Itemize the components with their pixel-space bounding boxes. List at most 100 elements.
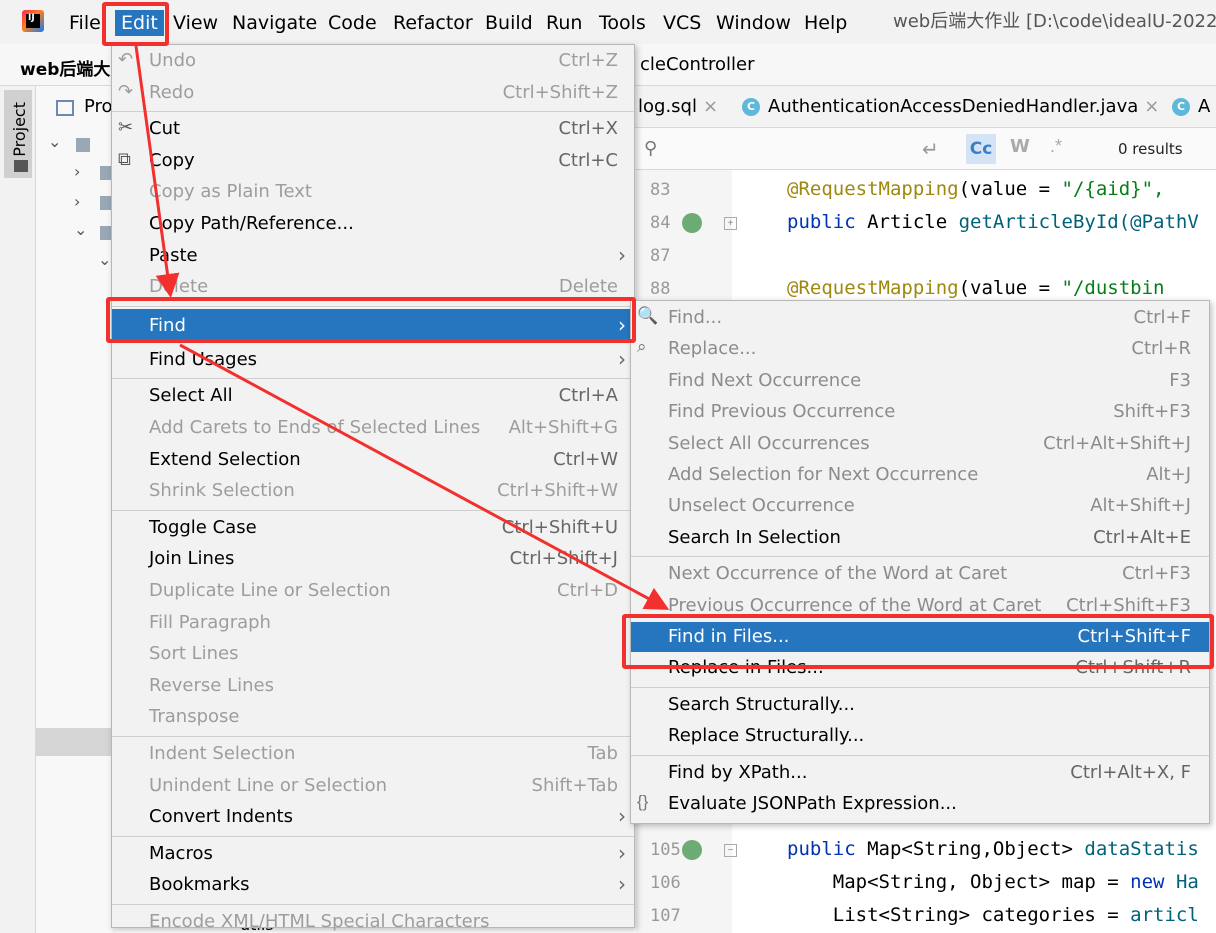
menu-refactor[interactable]: Refactor (393, 10, 473, 36)
whole-words-toggle[interactable]: W (1010, 136, 1030, 157)
chevron-right-icon[interactable]: › (74, 162, 80, 181)
find-menu-item-add-selection-for-next-occurrence[interactable]: Add Selection for Next Occurrence Alt+J (631, 460, 1209, 490)
find-menu-item-next-occurrence-of-the-word-at-caret[interactable]: Next Occurrence of the Word at Caret Ctrl… (631, 559, 1209, 589)
menu-navigate[interactable]: Navigate (232, 10, 317, 36)
project-tool-tab[interactable]: Project (4, 90, 32, 178)
spring-bean-icon[interactable] (682, 213, 702, 233)
find-menu-item-replace-in-files[interactable]: Replace in Files... Ctrl+Shift+R (631, 653, 1209, 683)
project-name[interactable]: web后端大 (20, 55, 110, 80)
chevron-right-icon[interactable]: › (74, 192, 80, 211)
find-menu-item-replace[interactable]: ⌕ Replace... Ctrl+R (631, 334, 1209, 364)
menu-item-shortcut: Ctrl+Shift+R (1075, 657, 1191, 679)
edit-menu-item-delete[interactable]: Delete Delete (112, 272, 634, 302)
menu-file[interactable]: File (69, 10, 101, 36)
edit-menu-item-unindent-line-or-selection[interactable]: Unindent Line or Selection Shift+Tab (112, 771, 634, 801)
edit-menu-item-bookmarks[interactable]: Bookmarks › (112, 870, 634, 900)
edit-menu-item-reverse-lines[interactable]: Reverse Lines (112, 671, 634, 701)
intellij-logo-icon: IJ (22, 10, 44, 32)
code-line[interactable]: public Map<String,Object> dataStatis (787, 838, 1199, 860)
code-line[interactable]: public Article getArticleById(@PathV (787, 211, 1199, 233)
menu-item-label: Delete (149, 276, 209, 298)
find-menu-item-evaluate-jsonpath-expression[interactable]: {} Evaluate JSONPath Expression... (631, 789, 1209, 819)
breadcrumb-class[interactable]: cleController (640, 54, 755, 75)
edit-menu-item-macros[interactable]: Macros › (112, 839, 634, 869)
edit-menu-item-duplicate-line-or-selection[interactable]: Duplicate Line or Selection Ctrl+D (112, 576, 634, 606)
edit-menu-item-find[interactable]: Find › (112, 308, 634, 343)
find-menu-item-find-by-xpath[interactable]: Find by XPath... Ctrl+Alt+X, F (631, 758, 1209, 788)
chevron-down-icon[interactable]: ⌄ (74, 220, 87, 239)
tab-truncated[interactable]: CA (1172, 96, 1210, 117)
menu-help[interactable]: Help (804, 10, 847, 36)
menu-run[interactable]: Run (546, 10, 582, 36)
find-menu-item-previous-occurrence-of-the-word-at-caret[interactable]: Previous Occurrence of the Word at Caret… (631, 591, 1209, 621)
find-menu-item-replace-structurally[interactable]: Replace Structurally... (631, 721, 1209, 751)
find-menu-item-select-all-occurrences[interactable]: Select All Occurrences Ctrl+Alt+Shift+J (631, 429, 1209, 459)
menu-item-label: Duplicate Line or Selection (149, 580, 391, 601)
find-menu-item-find-in-files[interactable]: Find in Files... Ctrl+Shift+F (631, 622, 1209, 652)
menu-window[interactable]: Window (716, 10, 791, 36)
menu-item-shortcut: Ctrl+W (553, 448, 618, 470)
code-line[interactable]: Map<String, Object> map = new Ha (787, 871, 1199, 893)
menu-vcs[interactable]: VCS (663, 10, 701, 36)
edit-menu-item-copy-path-reference[interactable]: Copy Path/Reference... (112, 209, 634, 239)
close-icon[interactable]: × (1144, 96, 1159, 117)
code-line[interactable]: List<String> categories = articl (787, 904, 1199, 926)
find-menu-item-search-in-selection[interactable]: Search In Selection Ctrl+Alt+E (631, 523, 1209, 553)
edit-menu-item-paste[interactable]: Paste › (112, 241, 634, 271)
close-icon[interactable]: × (703, 96, 718, 117)
edit-menu-item-select-all[interactable]: Select All Ctrl+A (112, 381, 634, 411)
project-panel-title[interactable]: Pro (84, 96, 113, 117)
menu-separator (631, 754, 1209, 756)
find-menu-item-unselect-occurrence[interactable]: Unselect Occurrence Alt+Shift+J (631, 491, 1209, 521)
menu-item-label: Evaluate JSONPath Expression... (668, 793, 957, 814)
match-case-toggle[interactable]: Cc (966, 134, 996, 164)
edit-menu-item-add-carets-to-ends-of-selected-lines[interactable]: Add Carets to Ends of Selected Lines Alt+… (112, 413, 634, 443)
edit-menu-item-cut[interactable]: ✂ Cut Ctrl+X (112, 114, 634, 144)
find-menu-item-find-previous-occurrence[interactable]: Find Previous Occurrence Shift+F3 (631, 397, 1209, 427)
edit-menu-item-join-lines[interactable]: Join Lines Ctrl+Shift+J (112, 544, 634, 574)
edit-menu-item-undo[interactable]: ↶ Undo Ctrl+Z (112, 46, 634, 76)
menu-build[interactable]: Build (485, 10, 533, 36)
edit-menu-item-copy-as-plain-text[interactable]: Copy as Plain Text (112, 177, 634, 207)
menu-separator (112, 835, 634, 837)
chevron-right-icon: › (618, 804, 626, 829)
fold-icon[interactable]: − (724, 844, 737, 857)
tab-label: AuthenticationAccessDeniedHandler.java (768, 96, 1139, 117)
edit-menu-item-indent-selection[interactable]: Indent Selection Tab (112, 739, 634, 769)
redo-icon: ↷ (118, 80, 134, 102)
chevron-down-icon[interactable]: ⌄ (98, 250, 111, 269)
find-menu-item-find-next-occurrence[interactable]: Find Next Occurrence F3 (631, 366, 1209, 396)
code-line[interactable]: @RequestMapping(value = "/dustbin (787, 277, 1165, 299)
newline-icon[interactable]: ↵ (922, 137, 939, 162)
code-line[interactable]: @RequestMapping(value = "/{aid}", (787, 178, 1165, 200)
menu-edit[interactable]: Edit (115, 10, 164, 36)
find-menu-item-find[interactable]: 🔍 Find... Ctrl+F (631, 303, 1209, 333)
find-menu-item-search-structurally[interactable]: Search Structurally... (631, 690, 1209, 720)
menu-item-label: Copy as Plain Text (149, 181, 312, 203)
regex-toggle[interactable]: .* (1050, 136, 1062, 157)
edit-menu-item-toggle-case[interactable]: Toggle Case Ctrl+Shift+U (112, 513, 634, 543)
search-icon[interactable]: ⚲ (644, 138, 657, 159)
menu-item-shortcut: Ctrl+Alt+X, F (1070, 761, 1191, 783)
edit-menu-item-extend-selection[interactable]: Extend Selection Ctrl+W (112, 445, 634, 475)
menu-code[interactable]: Code (328, 10, 377, 36)
tree-selected-row[interactable] (36, 728, 116, 756)
edit-menu-item-fill-paragraph[interactable]: Fill Paragraph (112, 608, 634, 638)
edit-menu-item-find-usages[interactable]: Find Usages › (112, 345, 634, 375)
edit-menu-item-encode-xml-html-special-characters[interactable]: Encode XML/HTML Special Characters (112, 907, 634, 933)
tab-log-sql[interactable]: log.sql × (638, 96, 718, 117)
edit-menu-item-shrink-selection[interactable]: Shrink Selection Ctrl+Shift+W (112, 476, 634, 506)
menu-view[interactable]: View (173, 10, 218, 36)
edit-menu-item-copy[interactable]: ⧉ Copy Ctrl+C (112, 146, 634, 176)
spring-bean-icon[interactable] (682, 840, 702, 860)
menu-item-label: Replace Structurally... (668, 725, 865, 747)
menu-tools[interactable]: Tools (599, 10, 646, 36)
menu-item-shortcut: F3 (1169, 369, 1191, 391)
tab-authentication-handler[interactable]: C AuthenticationAccessDeniedHandler.java × (742, 96, 1159, 117)
edit-menu-item-convert-indents[interactable]: Convert Indents › (112, 802, 634, 832)
edit-menu-item-redo[interactable]: ↷ Redo Ctrl+Shift+Z (112, 78, 634, 108)
edit-menu-item-transpose[interactable]: Transpose (112, 702, 634, 732)
chevron-down-icon[interactable]: ⌄ (48, 132, 61, 151)
fold-icon[interactable]: + (724, 217, 737, 230)
edit-menu-item-sort-lines[interactable]: Sort Lines (112, 639, 634, 669)
